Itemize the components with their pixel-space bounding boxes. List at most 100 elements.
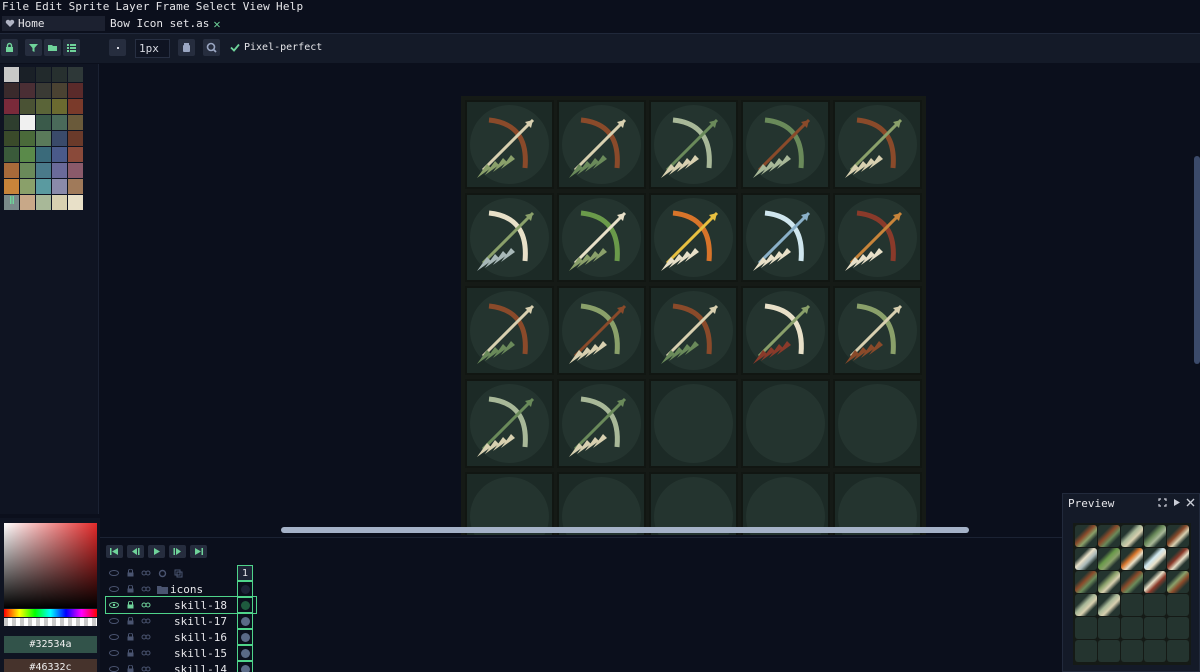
lock-icon[interactable] [122, 661, 138, 672]
foreground-color-button[interactable]: #32534a [4, 636, 97, 653]
frame-cel[interactable] [237, 629, 253, 645]
first-frame-button[interactable] [106, 545, 123, 558]
empty-icon-slot[interactable] [741, 379, 830, 468]
palette-swatch[interactable] [68, 147, 83, 162]
frame-cel[interactable] [237, 597, 253, 613]
palette-swatch[interactable] [20, 179, 35, 194]
palette-swatch[interactable] [36, 83, 51, 98]
icon-cell-quiver[interactable] [741, 286, 830, 375]
palette-swatch[interactable] [36, 131, 51, 146]
palette-options-icon[interactable] [8, 196, 16, 204]
palette-swatch[interactable] [20, 67, 35, 82]
palette-swatch[interactable] [52, 131, 67, 146]
hue-slider[interactable] [4, 609, 97, 617]
icon-cell-wind-shot[interactable] [833, 286, 922, 375]
palette-swatch[interactable] [20, 195, 35, 210]
next-frame-button[interactable] [169, 545, 186, 558]
palette-swatch[interactable] [4, 83, 19, 98]
lock-icon[interactable] [122, 645, 138, 661]
palette-swatch[interactable] [68, 163, 83, 178]
alpha-slider[interactable] [4, 618, 97, 626]
icon-cell-fire-arrow[interactable] [649, 193, 738, 282]
lock-icon[interactable] [122, 581, 138, 597]
icon-cell-bow-draw[interactable] [465, 286, 554, 375]
icon-cell-wind-claw[interactable] [557, 379, 646, 468]
play-icon[interactable] [1172, 498, 1181, 507]
link-icon[interactable] [138, 613, 154, 629]
palette-swatch[interactable] [52, 67, 67, 82]
link-icon[interactable] [138, 565, 154, 581]
tab-home[interactable]: Home [2, 16, 105, 31]
palette-swatch[interactable] [68, 131, 83, 146]
empty-icon-slot[interactable] [465, 472, 554, 535]
link-icon[interactable] [138, 629, 154, 645]
palette-swatch[interactable] [52, 163, 67, 178]
palette-swatch[interactable] [36, 163, 51, 178]
palette-swatch[interactable] [4, 99, 19, 114]
icon-cell-leaf-slash[interactable] [465, 379, 554, 468]
icon-cell-arrow-bundle[interactable] [649, 286, 738, 375]
eye-icon[interactable] [106, 597, 122, 613]
lock-icon[interactable] [122, 613, 138, 629]
palette-swatch[interactable] [68, 195, 83, 210]
onion-skin-icon[interactable] [170, 565, 186, 581]
palette-swatch[interactable] [20, 83, 35, 98]
icon-cell-volley[interactable] [833, 100, 922, 189]
list-button[interactable] [63, 39, 80, 56]
tab-file[interactable]: Bow Icon set.as ✕ [108, 16, 221, 31]
vertical-scrollbar[interactable] [1194, 156, 1200, 364]
preview-sprite-sheet[interactable] [1073, 523, 1191, 665]
link-icon[interactable] [138, 597, 154, 613]
eye-icon[interactable] [106, 661, 122, 672]
empty-icon-slot[interactable] [649, 472, 738, 535]
pixel-perfect-toggle[interactable]: Pixel-perfect [230, 42, 322, 53]
empty-icon-slot[interactable] [649, 379, 738, 468]
last-frame-button[interactable] [190, 545, 207, 558]
icon-cell-bomb-arrow[interactable] [833, 193, 922, 282]
background-color-button[interactable]: #46332c [4, 659, 97, 672]
palette-swatch[interactable] [36, 67, 51, 82]
lock-icon[interactable] [122, 629, 138, 645]
palette-swatch[interactable] [20, 99, 35, 114]
palette-swatch[interactable] [4, 115, 19, 130]
palette-swatch[interactable] [36, 195, 51, 210]
ink-button[interactable] [178, 39, 195, 56]
icon-cell-poison-arrow[interactable] [557, 193, 646, 282]
folder-button[interactable] [44, 39, 61, 56]
fit-screen-icon[interactable] [1158, 498, 1167, 507]
frame-cel[interactable] [237, 581, 253, 597]
frame-cel[interactable] [237, 645, 253, 661]
palette-swatch[interactable] [68, 67, 83, 82]
previous-frame-button[interactable] [127, 545, 144, 558]
menu-view[interactable]: View [241, 0, 274, 14]
layer-row-skill-14[interactable]: skill-14 [106, 661, 256, 672]
frame-cel[interactable] [237, 661, 253, 672]
blend-mode-button[interactable] [203, 39, 220, 56]
palette-swatch[interactable] [68, 115, 83, 130]
palette-swatch[interactable] [36, 179, 51, 194]
palette-swatch[interactable] [52, 99, 67, 114]
palette-swatch[interactable] [68, 83, 83, 98]
icon-cell-bow[interactable] [465, 100, 554, 189]
palette-swatch[interactable] [52, 195, 67, 210]
palette-swatch[interactable] [20, 163, 35, 178]
palette-swatch[interactable] [4, 179, 19, 194]
layer-row-skill-18[interactable]: skill-18 [105, 596, 257, 614]
icon-cell-target-bow[interactable] [557, 286, 646, 375]
eye-icon[interactable] [106, 565, 122, 581]
palette-swatch[interactable] [20, 147, 35, 162]
empty-icon-slot[interactable] [833, 472, 922, 535]
frame-number-header[interactable]: 1 [237, 565, 253, 581]
menu-frame[interactable]: Frame [154, 0, 194, 14]
saturation-value-box[interactable] [4, 523, 97, 608]
empty-icon-slot[interactable] [741, 472, 830, 535]
layer-row-icons[interactable]: icons [106, 581, 256, 597]
lock-button[interactable] [1, 39, 18, 56]
horizontal-scrollbar[interactable] [281, 527, 969, 533]
icon-cell-bow-arrow[interactable] [557, 100, 646, 189]
brush-size-field[interactable]: 1px [135, 39, 170, 58]
palette-swatch[interactable] [20, 115, 35, 130]
layer-row-skill-17[interactable]: skill-17 [106, 613, 256, 629]
eye-icon[interactable] [106, 645, 122, 661]
lock-icon[interactable] [122, 565, 138, 581]
